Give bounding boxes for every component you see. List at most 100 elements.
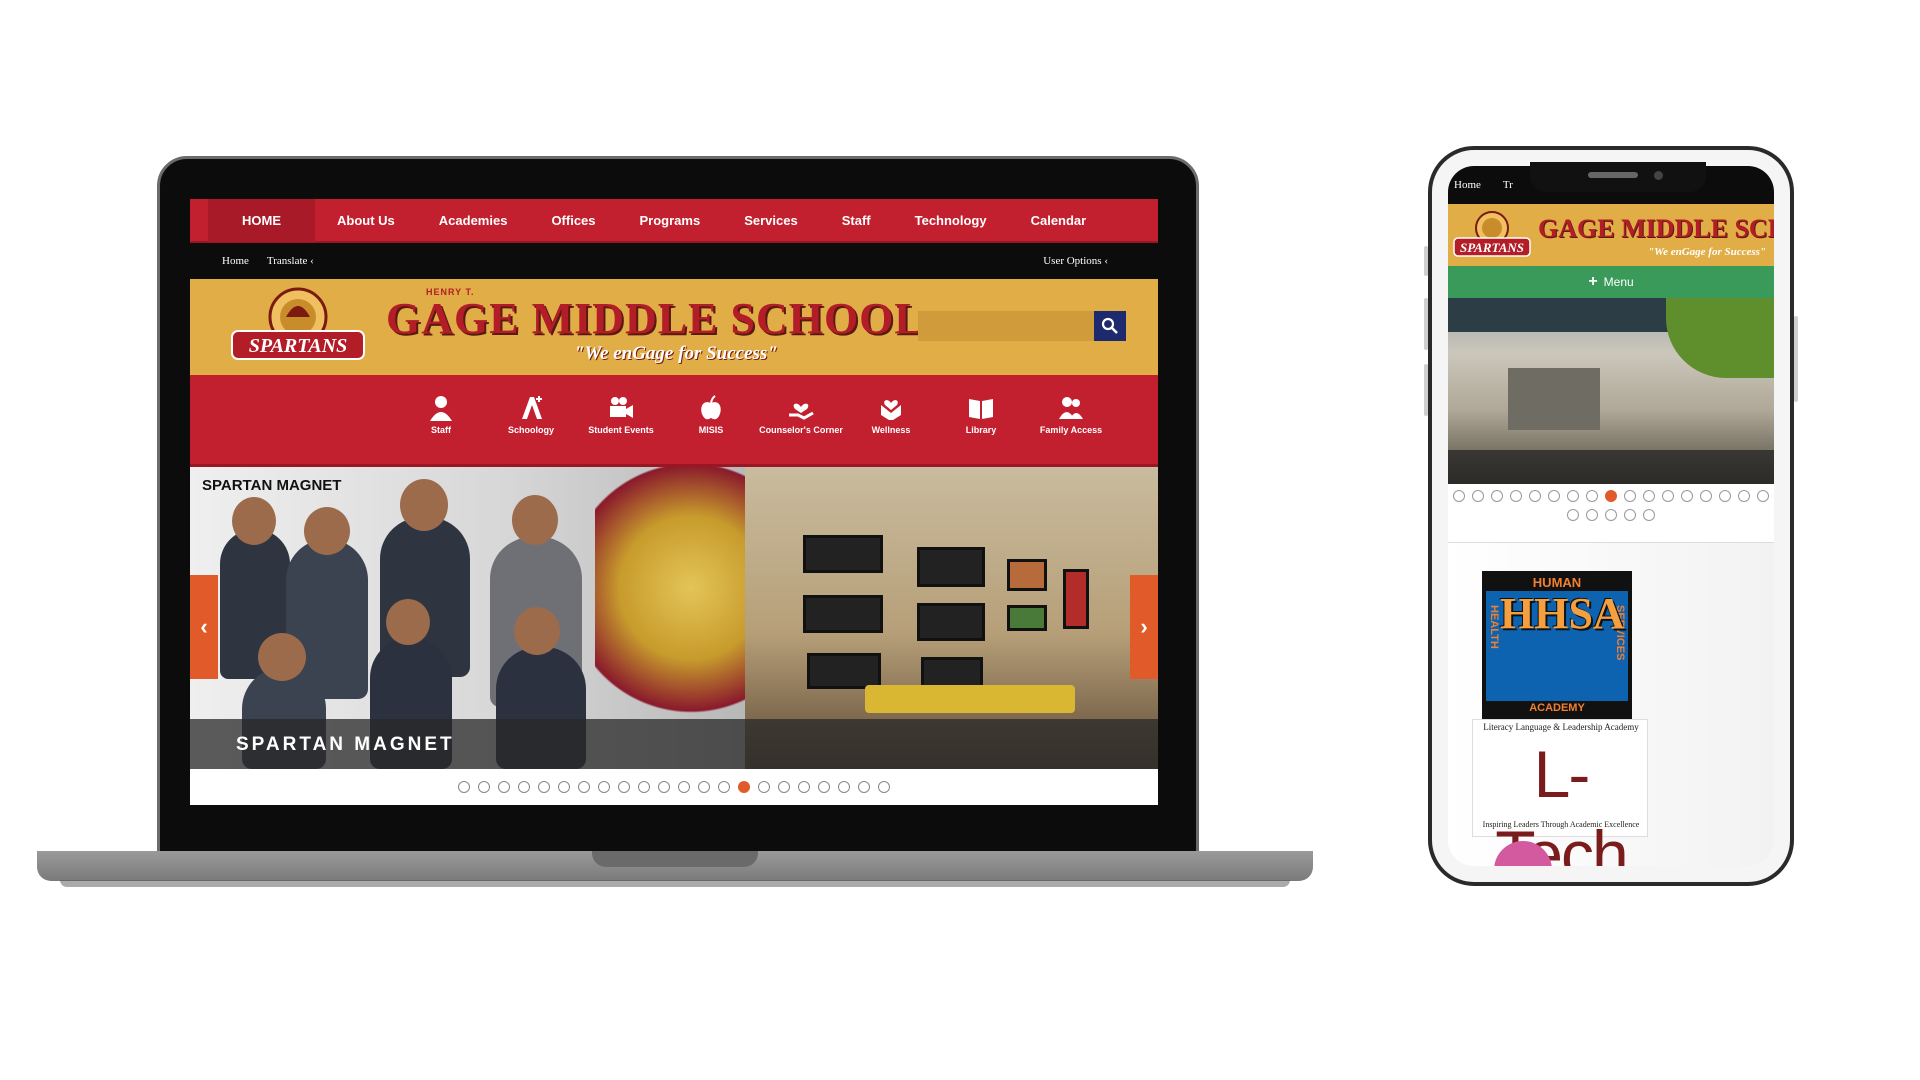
school-header: SPARTANS HENRY T. GAGE MIDDLE SCHOOL "We… (190, 279, 1158, 375)
util-user-options-dropdown[interactable]: User Options ‹ (1043, 255, 1108, 267)
slider-dot[interactable] (658, 781, 670, 793)
slider-dot[interactable] (538, 781, 550, 793)
slider-dot[interactable] (1586, 490, 1598, 502)
slider-dot[interactable] (1681, 490, 1693, 502)
slider-dot[interactable] (1529, 490, 1541, 502)
phone-hero-caption-overlay (1448, 450, 1774, 484)
slider-dot[interactable] (718, 781, 730, 793)
slider-dot[interactable] (1643, 509, 1655, 521)
slider-dot[interactable] (1643, 490, 1655, 502)
ltech-top-text: Literacy Language & Leadership Academy (1483, 722, 1639, 732)
nav-programs[interactable]: Programs (618, 199, 723, 242)
slider-dot[interactable] (1605, 509, 1617, 521)
logo-text: SPARTANS (249, 335, 348, 357)
hallway-bench (865, 685, 1075, 713)
slider-dot[interactable] (1662, 490, 1674, 502)
quicklink-wellness[interactable]: Wellness (846, 395, 936, 436)
util-home-link[interactable]: Home (222, 255, 249, 267)
plus-icon: + (1588, 273, 1598, 290)
slider-dot[interactable] (578, 781, 590, 793)
slider-dot[interactable] (1624, 490, 1636, 502)
slider-dot[interactable] (1700, 490, 1712, 502)
search-input[interactable] (918, 311, 1094, 341)
person-icon (430, 396, 452, 421)
nav-offices[interactable]: Offices (529, 199, 617, 242)
spartans-logo[interactable]: SPARTANS (228, 287, 368, 365)
slider-dot[interactable] (838, 781, 850, 793)
phone-camera (1654, 171, 1663, 180)
slider-dot[interactable] (1567, 509, 1579, 521)
slider-dot[interactable] (598, 781, 610, 793)
nav-about-us[interactable]: About Us (315, 199, 417, 242)
family-icon (1059, 397, 1083, 419)
slider-dot[interactable] (1605, 490, 1617, 502)
phone-side-button (1424, 298, 1428, 350)
quicklink-student-events[interactable]: Student Events (576, 395, 666, 436)
quicklink-label: Counselor's Corner (759, 425, 843, 435)
quicklink-counselors-corner[interactable]: Counselor's Corner (756, 395, 846, 436)
util-translate-dropdown[interactable]: Translate ‹ (267, 255, 314, 267)
nav-staff[interactable]: Staff (820, 199, 893, 242)
slider-prev-button[interactable]: ‹ (190, 575, 218, 679)
slider-dot[interactable] (858, 781, 870, 793)
phone-hero-slide (1448, 298, 1774, 484)
slider-dot[interactable] (1586, 509, 1598, 521)
slider-pagination (190, 769, 1158, 805)
slider-dot[interactable] (1472, 490, 1484, 502)
video-camera-icon (610, 397, 633, 418)
laptop-trackpad-notch (592, 851, 758, 867)
slider-dot[interactable] (778, 781, 790, 793)
slider-dot[interactable] (698, 781, 710, 793)
phone-util-home-link[interactable]: Home (1454, 179, 1481, 191)
slider-dot[interactable] (758, 781, 770, 793)
hhsa-academy-logo[interactable]: HUMAN HEALTH SERVICES HHSA ACADEMY (1482, 571, 1632, 719)
quicklink-schoology[interactable]: Schoology (486, 395, 576, 436)
slider-dot[interactable] (878, 781, 890, 793)
slider-dot[interactable] (1548, 490, 1560, 502)
slider-dot[interactable] (1757, 490, 1769, 502)
slider-dot[interactable] (638, 781, 650, 793)
phone-spartans-logo[interactable]: SPARTANS (1452, 210, 1532, 260)
slider-dot[interactable] (818, 781, 830, 793)
slider-next-button[interactable]: › (1130, 575, 1158, 679)
slider-dot[interactable] (1453, 490, 1465, 502)
phone-util-translate-dropdown[interactable]: Tr (1503, 179, 1513, 191)
ltech-academy-logo[interactable]: Literacy Language & Leadership Academy L… (1472, 719, 1648, 866)
slider-dot[interactable] (1624, 509, 1636, 521)
slider-dot[interactable] (458, 781, 470, 793)
slider-dot[interactable] (478, 781, 490, 793)
slider-dot[interactable] (1491, 490, 1503, 502)
slider-dot[interactable] (618, 781, 630, 793)
slider-dot[interactable] (558, 781, 570, 793)
slider-dot[interactable] (738, 781, 750, 793)
nav-calendar[interactable]: Calendar (1009, 199, 1109, 242)
quicklink-family-access[interactable]: Family Access (1026, 395, 1116, 436)
slider-dot[interactable] (1567, 490, 1579, 502)
nav-academies[interactable]: Academies (417, 199, 530, 242)
search-button[interactable] (1094, 311, 1126, 341)
nav-services[interactable]: Services (722, 199, 820, 242)
quicklink-label: Family Access (1039, 425, 1103, 435)
phone-hero-tree (1666, 298, 1774, 378)
phone-school-header: SPARTANS GAGE MIDDLE SCHOOL "We enGage f… (1448, 204, 1774, 266)
phone-hero-doorway (1508, 368, 1600, 430)
slider-dot[interactable] (518, 781, 530, 793)
slider-dot[interactable] (1738, 490, 1750, 502)
nav-technology[interactable]: Technology (893, 199, 1009, 242)
phone-menu-button[interactable]: + Menu (1448, 266, 1774, 298)
school-name[interactable]: GAGE MIDDLE SCHOOL (386, 293, 925, 344)
slider-dot[interactable] (1510, 490, 1522, 502)
slider-dot[interactable] (498, 781, 510, 793)
quicklink-label: Student Events (588, 425, 654, 435)
school-tagline: "We enGage for Success" (574, 343, 778, 364)
slider-dot[interactable] (798, 781, 810, 793)
phone-school-name[interactable]: GAGE MIDDLE SCHOOL (1538, 214, 1774, 244)
nav-home[interactable]: HOME (208, 199, 315, 242)
slider-dot[interactable] (1719, 490, 1731, 502)
quicklink-staff[interactable]: Staff (396, 395, 486, 436)
quicklink-library[interactable]: Library (936, 395, 1026, 436)
slider-dot[interactable] (678, 781, 690, 793)
quicklink-misis[interactable]: MISIS (666, 395, 756, 436)
phone-academy-logos: HUMAN HEALTH SERVICES HHSA ACADEMY Liter… (1448, 543, 1774, 866)
quicklink-label: Staff (431, 425, 451, 435)
